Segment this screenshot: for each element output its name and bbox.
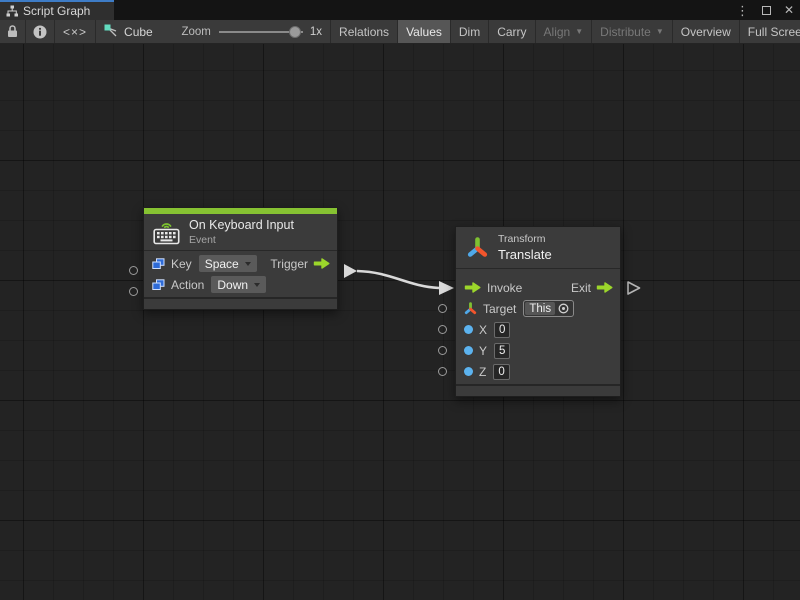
connection-layer	[0, 44, 800, 600]
key-dropdown[interactable]: Space	[199, 255, 257, 272]
transform-axis-icon	[466, 236, 489, 259]
port-row-z: Z 0	[456, 361, 620, 382]
flow-arrow-icon	[464, 282, 481, 293]
y-value-field[interactable]: 5	[494, 343, 510, 359]
node-subtitle: Event	[189, 234, 294, 246]
output-label-trigger: Trigger	[270, 257, 308, 271]
wire-arrowhead-icon	[439, 281, 454, 295]
input-label-z: Z	[479, 365, 486, 379]
tab-script-graph[interactable]: Script Graph	[0, 0, 114, 20]
graph-toolbar: <×> Cube Zoom 1x Relations Values Dim Ca…	[0, 20, 800, 44]
port-row-target: Target This	[456, 298, 620, 319]
chevron-down-icon: ▼	[575, 27, 583, 36]
tab-title: Script Graph	[23, 4, 90, 18]
node-category: Transform	[498, 233, 552, 245]
node-footer	[456, 384, 620, 396]
toolbar-button-fullscreen[interactable]: Full Screen	[740, 20, 800, 43]
input-label-y: Y	[479, 344, 487, 358]
lock-icon	[7, 25, 18, 38]
target-object-picker[interactable]: This	[523, 300, 574, 317]
input-port-action[interactable]	[129, 287, 138, 296]
toolbar-button-align[interactable]: Align▼	[536, 20, 593, 43]
node-title: On Keyboard Input	[189, 218, 294, 232]
input-label-action: Action	[171, 278, 204, 292]
input-port-x[interactable]	[438, 325, 447, 334]
flow-arrow-icon	[313, 258, 330, 269]
toolbar-button-values[interactable]: Values	[398, 20, 451, 43]
port-row-x: X 0	[456, 319, 620, 340]
node-transform-translate[interactable]: Transform Translate Invoke Exit	[455, 226, 621, 397]
input-port-z[interactable]	[438, 367, 447, 376]
port-row-invoke: Invoke Exit	[456, 277, 620, 298]
chevron-down-icon	[245, 262, 251, 266]
x-value-field[interactable]: 0	[494, 322, 510, 338]
exit-port-triangle[interactable]	[628, 282, 640, 294]
object-picker-icon	[558, 303, 569, 314]
trigger-output-port[interactable]	[344, 264, 357, 278]
breadcrumb-graph-name[interactable]: Cube	[124, 25, 153, 39]
input-label-x: X	[479, 323, 487, 337]
port-row-y: Y 5	[456, 340, 620, 361]
input-label-target: Target	[483, 302, 516, 316]
output-label-exit: Exit	[571, 281, 591, 295]
node-header[interactable]: Transform Translate	[456, 227, 620, 268]
port-row-action: Action Down	[144, 274, 337, 295]
node-on-keyboard-input[interactable]: On Keyboard Input Event Key Space Trigge…	[143, 207, 338, 310]
chevron-down-icon: ▼	[656, 27, 664, 36]
zoom-label: Zoom	[181, 26, 210, 38]
edit-source-button[interactable]: <×>	[55, 20, 96, 43]
toolbar-button-dim[interactable]: Dim	[451, 20, 489, 43]
graph-canvas[interactable]: On Keyboard Input Event Key Space Trigge…	[0, 44, 800, 600]
input-port-target[interactable]	[438, 304, 447, 313]
literal-icon	[152, 279, 165, 291]
graph-breadcrumb-section: Cube Zoom 1x	[96, 20, 331, 43]
code-icon: <×>	[63, 25, 87, 39]
flow-arrow-icon	[596, 282, 613, 293]
info-icon	[33, 25, 47, 39]
graph-node-icon	[104, 24, 119, 39]
input-port-y[interactable]	[438, 346, 447, 355]
value-port-dot	[464, 325, 473, 334]
chevron-down-icon	[254, 283, 260, 287]
value-port-dot	[464, 346, 473, 355]
node-title: Translate	[498, 247, 552, 262]
keyboard-event-icon	[153, 220, 180, 245]
zoom-slider[interactable]	[219, 31, 303, 33]
graph-hierarchy-icon	[6, 5, 18, 17]
info-button[interactable]	[26, 20, 55, 43]
window-tab-bar: Script Graph ⋮ ✕	[0, 0, 800, 20]
toolbar-button-distribute[interactable]: Distribute▼	[592, 20, 673, 43]
z-value-field[interactable]: 0	[493, 364, 509, 380]
toolbar-button-relations[interactable]: Relations	[331, 20, 398, 43]
literal-icon	[152, 258, 165, 270]
window-menu-icon[interactable]: ⋮	[736, 4, 749, 17]
zoom-value: 1x	[310, 26, 322, 38]
input-port-key[interactable]	[129, 266, 138, 275]
zoom-slider-handle[interactable]	[289, 26, 301, 38]
value-port-dot	[464, 367, 473, 376]
node-header[interactable]: On Keyboard Input Event	[144, 214, 337, 250]
window-close-icon[interactable]: ✕	[784, 4, 794, 16]
port-row-key: Key Space Trigger	[144, 253, 337, 274]
node-footer	[144, 297, 337, 309]
transform-axis-icon-small	[464, 302, 477, 315]
connection-wire[interactable]	[357, 271, 439, 288]
action-dropdown[interactable]: Down	[211, 276, 266, 293]
input-label-invoke: Invoke	[487, 281, 522, 295]
window-maximize-icon[interactable]	[762, 6, 771, 15]
lock-button[interactable]	[0, 20, 26, 43]
input-label-key: Key	[171, 257, 192, 271]
toolbar-button-overview[interactable]: Overview	[673, 20, 740, 43]
toolbar-button-carry[interactable]: Carry	[489, 20, 535, 43]
